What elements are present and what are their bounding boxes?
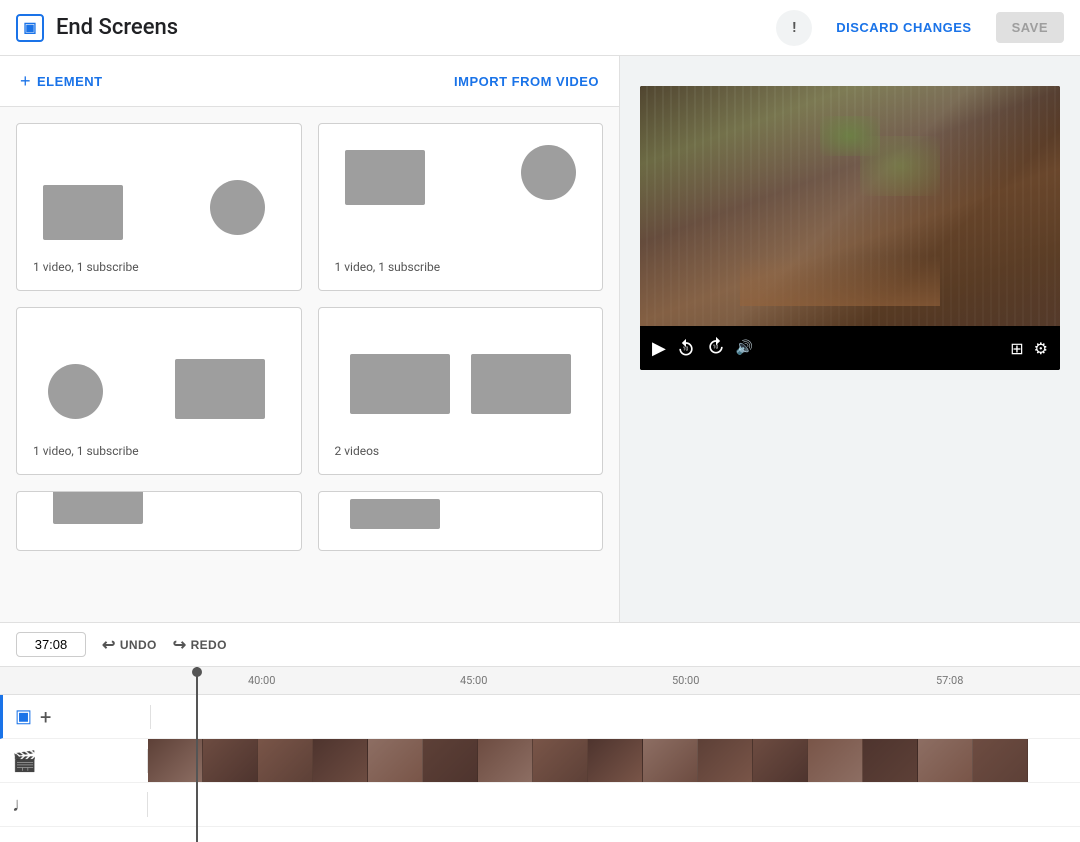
filmstrip-frame-5 (368, 739, 423, 782)
undo-icon: ↩ (102, 635, 116, 655)
svg-text:10: 10 (713, 345, 719, 351)
filmstrip-frame-9 (588, 739, 643, 782)
filmstrip-frame-4 (313, 739, 368, 782)
template-preview-4 (335, 324, 587, 434)
video-hands (740, 256, 940, 306)
filmstrip-frame-16 (973, 739, 1028, 782)
controls-left: ▶ 10 10 🔊 (652, 336, 753, 360)
template-card-6[interactable] (318, 491, 604, 551)
template-label-4: 2 videos (335, 444, 587, 458)
forward-10-icon[interactable]: 10 (706, 336, 726, 360)
video-track-content (148, 739, 1080, 782)
template-label-3: 1 video, 1 subscribe (33, 444, 285, 458)
header: ▣ End Screens ! DISCARD CHANGES SAVE (0, 0, 1080, 56)
ruler-mark-3: 50:00 (672, 674, 699, 687)
template-video-shape-4a (350, 354, 450, 414)
audio-track-row: ♩ (0, 783, 1080, 827)
ruler-mark-2: 45:00 (460, 674, 487, 687)
endscreen-track-content (151, 695, 1080, 738)
template-circle-shape-1 (210, 180, 265, 235)
template-circle-shape-3 (48, 364, 103, 419)
panel-toolbar: + ELEMENT IMPORT FROM VIDEO (0, 56, 619, 107)
endscreen-track-area[interactable] (151, 695, 1080, 738)
timeline-tracks: ▣ + 🎬 (0, 695, 1080, 842)
template-preview-1 (33, 140, 285, 250)
filmstrip-frame-2 (203, 739, 258, 782)
discard-changes-button[interactable]: DISCARD CHANGES (824, 12, 983, 43)
template-video-shape-3 (175, 359, 265, 419)
video-preview: ▶ 10 10 🔊 (640, 86, 1060, 370)
import-from-video-button[interactable]: IMPORT FROM VIDEO (454, 74, 599, 89)
filmstrip-frame-8 (533, 739, 588, 782)
undo-button[interactable]: ↩ UNDO (102, 635, 157, 655)
template-preview-6 (335, 508, 587, 534)
svg-text:10: 10 (683, 347, 689, 353)
bottom-bar: ↩ UNDO ↪ REDO 40:00 45:00 50:00 57:08 ▣ … (0, 622, 1080, 842)
filmstrip-frame-12 (753, 739, 808, 782)
page-title: End Screens (56, 15, 178, 40)
template-preview-2 (335, 140, 587, 250)
template-card-5[interactable] (16, 491, 302, 551)
template-circle-shape-2 (521, 145, 576, 200)
template-video-shape-6 (350, 499, 440, 529)
add-element-button[interactable]: + ELEMENT (20, 72, 103, 90)
template-video-shape-1 (43, 185, 123, 240)
ruler-mark-1: 40:00 (248, 674, 275, 687)
template-label-1: 1 video, 1 subscribe (33, 260, 285, 274)
controls-right: ⊞ ⚙ (1010, 339, 1048, 358)
video-track-icon: 🎬 (12, 749, 37, 773)
video-track-row: 🎬 (0, 739, 1080, 783)
video-controls: ▶ 10 10 🔊 (640, 326, 1060, 370)
template-preview-5 (33, 508, 285, 534)
template-video-shape-5 (53, 491, 143, 524)
filmstrip-frame-1 (148, 739, 203, 782)
settings-icon[interactable]: ⚙ (1034, 339, 1048, 358)
endscreen-track-label: ▣ + (3, 705, 151, 729)
end-screens-icon: ▣ (16, 14, 44, 42)
endscreen-track-icon: ▣ (15, 706, 32, 727)
template-card-1[interactable]: 1 video, 1 subscribe (16, 123, 302, 291)
filmstrip-frame-6 (423, 739, 478, 782)
template-preview-3 (33, 324, 285, 434)
filmstrip-frame-7 (478, 739, 533, 782)
template-video-shape-4b (471, 354, 571, 414)
template-card-2[interactable]: 1 video, 1 subscribe (318, 123, 604, 291)
redo-icon: ↪ (173, 635, 187, 655)
filmstrip-frame-3 (258, 739, 313, 782)
filmstrip-frame-13 (808, 739, 863, 782)
template-card-3[interactable]: 1 video, 1 subscribe (16, 307, 302, 475)
video-track-label: 🎬 (0, 749, 148, 773)
feedback-icon[interactable]: ! (776, 10, 812, 46)
ruler-mark-4: 57:08 (936, 674, 963, 687)
filmstrip-frame-14 (863, 739, 918, 782)
volume-icon[interactable]: 🔊 (736, 340, 753, 356)
header-right: ! DISCARD CHANGES SAVE (776, 10, 1064, 46)
template-label-2: 1 video, 1 subscribe (335, 260, 587, 274)
rewind-10-icon[interactable]: 10 (676, 338, 696, 358)
timeline-toolbar: ↩ UNDO ↪ REDO (0, 623, 1080, 667)
timeline-ruler: 40:00 45:00 50:00 57:08 (0, 667, 1080, 695)
audio-track-icon: ♩ (12, 792, 32, 817)
current-time-input[interactable] (16, 632, 86, 657)
grid-icon[interactable]: ⊞ (1010, 339, 1023, 358)
filmstrip (148, 739, 1080, 782)
audio-track-content (148, 783, 1080, 826)
filmstrip-frame-11 (698, 739, 753, 782)
play-icon[interactable]: ▶ (652, 338, 666, 359)
template-video-shape-2 (345, 150, 425, 205)
header-left: ▣ End Screens (16, 14, 178, 42)
endscreen-track-row: ▣ + (0, 695, 1080, 739)
redo-button[interactable]: ↪ REDO (173, 635, 227, 655)
filmstrip-frame-10 (643, 739, 698, 782)
video-leaf-2 (860, 136, 940, 196)
save-button[interactable]: SAVE (996, 12, 1064, 43)
plus-icon: + (20, 72, 31, 90)
video-thumbnail (640, 86, 1060, 326)
endscreen-add-button[interactable]: + (40, 705, 51, 729)
audio-track-label: ♩ (0, 792, 148, 817)
template-card-4[interactable]: 2 videos (318, 307, 604, 475)
filmstrip-frame-15 (918, 739, 973, 782)
